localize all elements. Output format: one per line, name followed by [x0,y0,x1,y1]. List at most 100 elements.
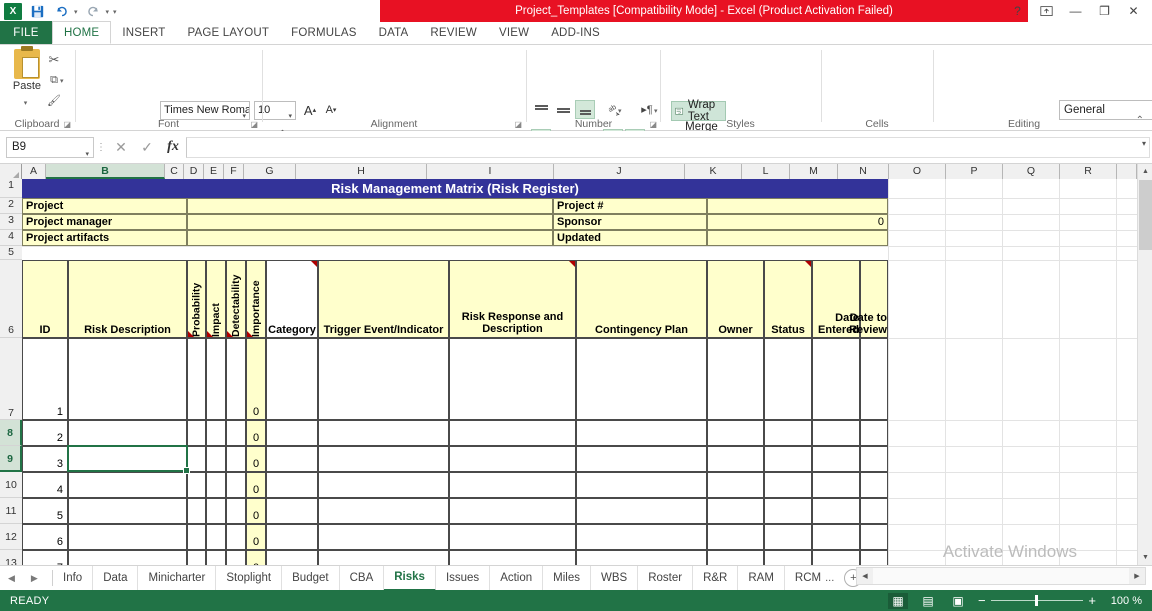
cell-contingency-3[interactable] [576,446,707,472]
page-layout-view-icon[interactable]: ▤ [918,593,938,609]
cell-prob-7[interactable] [187,550,206,565]
tab-formulas[interactable]: FORMULAS [280,21,368,44]
cell-detect-1[interactable] [226,338,246,420]
cell-desc-1[interactable] [68,338,187,420]
cell-response-5[interactable] [449,498,576,524]
sheet-tab-wbs[interactable]: WBS [591,566,638,591]
column-header-O[interactable]: O [889,164,946,179]
cell-id-1[interactable]: 1 [22,338,68,420]
column-header-C[interactable]: C [165,164,184,179]
cell-importance-7[interactable]: 0 [246,550,266,565]
sheet-tabs-overflow[interactable]: ... [821,572,838,584]
cell-id-6[interactable]: 6 [22,524,68,550]
collapse-ribbon-icon[interactable]: ⌃ [1136,115,1144,126]
column-header-B[interactable]: B [46,164,165,179]
cell-trigger-3[interactable] [318,446,449,472]
cell-category-5[interactable] [266,498,318,524]
minimize-button[interactable]: — [1061,0,1090,22]
cell-prob-1[interactable] [187,338,206,420]
cell-category-4[interactable] [266,472,318,498]
cell-desc-7[interactable] [68,550,187,565]
cell-trigger-5[interactable] [318,498,449,524]
cell-contingency-4[interactable] [576,472,707,498]
scroll-left-icon[interactable]: ◀ [857,568,873,584]
cell-category-2[interactable] [266,420,318,446]
zoom-track[interactable] [991,600,1084,601]
cell-id-5[interactable]: 5 [22,498,68,524]
cell-status-2[interactable] [764,420,812,446]
cell-trigger-2[interactable] [318,420,449,446]
cell-contingency-7[interactable] [576,550,707,565]
cell-date-review-3[interactable] [860,446,888,472]
cell-owner-2[interactable] [707,420,764,446]
save-icon[interactable] [29,3,46,20]
help-button[interactable]: ? [1003,0,1032,22]
zoom-level-label[interactable]: 100 % [1106,595,1142,607]
row-header-8[interactable]: 8 [0,420,22,446]
header-trigger[interactable]: Trigger Event/Indicator [318,260,449,338]
ribbon-display-options-icon[interactable] [1032,0,1061,22]
row-header-5[interactable]: 5 [0,246,22,260]
header-category[interactable]: Category [266,260,318,338]
column-header-S[interactable] [1117,164,1137,179]
cell-id-3[interactable]: 3 [22,446,68,472]
cell-id-2[interactable]: 2 [22,420,68,446]
cell-owner-1[interactable] [707,338,764,420]
cell-category-3[interactable] [266,446,318,472]
cell-detect-4[interactable] [226,472,246,498]
tab-view[interactable]: VIEW [488,21,540,44]
sheet-tab-roster[interactable]: Roster [638,566,693,591]
row-header-9[interactable]: 9 [0,446,22,472]
cell-desc-2[interactable] [68,420,187,446]
cell-id-7[interactable]: 7 [22,550,68,565]
cell-importance-6[interactable]: 0 [246,524,266,550]
cell-detect-3[interactable] [226,446,246,472]
zoom-in-button[interactable]: + [1088,593,1096,608]
cell-date-entered-1[interactable] [812,338,860,420]
header-risk-description[interactable]: Risk Description [68,260,187,338]
cell-prob-2[interactable] [187,420,206,446]
tab-file[interactable]: FILE [0,21,52,44]
cell-date-review-2[interactable] [860,420,888,446]
sheet-tab-minicharter[interactable]: Minicharter [138,566,216,591]
cell-project-manager-label[interactable]: Project manager [22,214,187,230]
cell-category-7[interactable] [266,550,318,565]
cut-icon[interactable]: ✂ [44,51,64,69]
sheet-tab-risks[interactable]: Risks [384,566,436,591]
scroll-up-icon[interactable]: ▲ [1138,164,1152,179]
cell-response-6[interactable] [449,524,576,550]
formula-input[interactable] [186,137,1150,158]
customize-qat-icon[interactable]: ▾ [113,8,117,16]
insert-function-icon[interactable]: fx [160,136,186,158]
cell-owner-7[interactable] [707,550,764,565]
undo-dropdown-icon[interactable]: ▾ [74,8,78,16]
cell-category-1[interactable] [266,338,318,420]
cell-status-7[interactable] [764,550,812,565]
close-button[interactable]: ✕ [1119,0,1148,22]
cell-status-4[interactable] [764,472,812,498]
cell-contingency-1[interactable] [576,338,707,420]
cell-date-entered-4[interactable] [812,472,860,498]
header-risk-response[interactable]: Risk Response and Description [449,260,576,338]
header-probability[interactable]: Probability [187,260,206,338]
cell-status-6[interactable] [764,524,812,550]
cell-date-review-5[interactable] [860,498,888,524]
scroll-down-icon[interactable]: ▼ [1138,550,1152,565]
sheet-tab-rcm[interactable]: RCM [785,566,821,591]
header-status[interactable]: Status [764,260,812,338]
cell-impact-5[interactable] [206,498,226,524]
cell-date-entered-2[interactable] [812,420,860,446]
cell-date-entered-3[interactable] [812,446,860,472]
cell-project-num-label[interactable]: Project # [553,198,707,214]
horizontal-scrollbar[interactable]: ◀ ▶ [856,567,1146,585]
row-header-6[interactable]: 6 [0,260,22,338]
tab-page-layout[interactable]: PAGE LAYOUT [176,21,280,44]
select-all-corner[interactable] [0,164,22,179]
confirm-entry-icon[interactable]: ✓ [134,136,160,158]
sheet-title-cell[interactable]: Risk Management Matrix (Risk Register) [22,179,888,198]
column-header-M[interactable]: M [790,164,838,179]
header-importance[interactable]: Importance [246,260,266,338]
cell-detect-5[interactable] [226,498,246,524]
cell-importance-4[interactable]: 0 [246,472,266,498]
cell-detect-6[interactable] [226,524,246,550]
